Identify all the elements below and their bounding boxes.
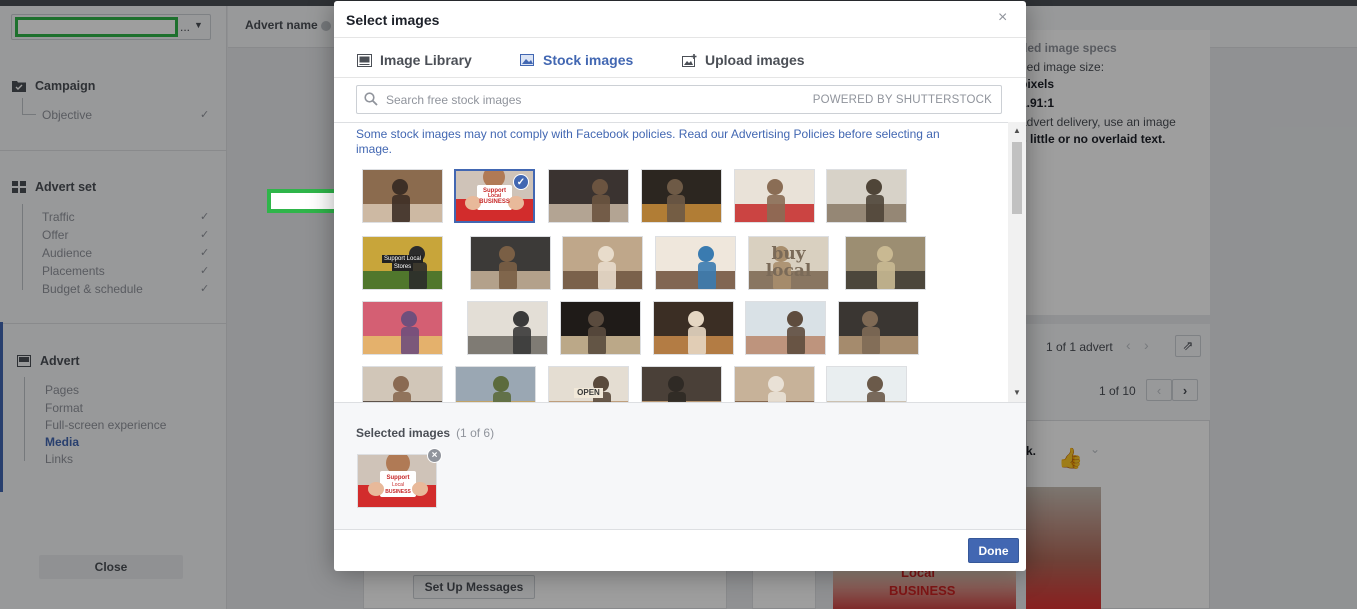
select-images-dialog: Select images × Image Library Stock imag… [334,1,1026,571]
stock-image-caption-line: local [765,261,812,281]
stock-image-art [827,170,906,222]
selected-images-panel: Selected images (1 of 6) Support Local BU… [334,402,1026,530]
stock-images-icon [520,53,534,66]
selected-check-icon: ✓ [513,174,529,190]
stock-image-team-in-store[interactable] [362,366,443,402]
stock-image-art [561,302,640,354]
tab-stock-images[interactable]: Stock images [520,52,633,68]
stock-image-art [654,302,733,354]
stock-image-art [468,302,547,354]
stock-image-art [642,367,721,402]
tab-label: Image Library [380,52,472,68]
stock-image-art [839,302,918,354]
stock-image-outdoor-seniors[interactable] [455,366,536,402]
stock-image-art [456,367,535,402]
stock-image-butcher-counter[interactable] [734,169,815,223]
policy-notice[interactable]: Some stock images may not comply with Fa… [356,127,956,157]
selected-caption-line3: BUSINESS [385,489,411,495]
tab-label: Stock images [543,52,634,68]
selected-image-art: Support Local BUSINESS [358,455,436,507]
stock-image-shop-team-arms-crossed[interactable] [548,169,629,223]
stock-image-art [735,170,814,222]
stock-image-art [827,367,906,402]
tab-upload-images[interactable]: Upload images [682,52,805,68]
stock-image-caption-line: Support Local [381,255,424,263]
selected-caption-line1: Support [387,475,410,481]
stock-image-bakery-owner[interactable] [655,236,736,290]
stock-image-art [846,237,925,289]
stock-image-caption-line: BUSINESS [479,198,510,205]
close-icon[interactable]: × [998,9,1007,27]
selected-images-count: (1 of 6) [456,426,495,440]
stock-image-caption: buy local [749,237,828,289]
stock-image-cafe-bearded-man[interactable] [641,366,722,402]
stock-image-art [746,302,825,354]
stock-image-deli-owner-doorway[interactable] [641,169,722,223]
stock-image-art [471,237,550,289]
stock-image-results: Some stock images may not comply with Fa… [334,122,1026,402]
scroll-down-icon[interactable]: ▼ [1013,388,1021,397]
stock-image-coffee-roaster[interactable] [470,236,551,290]
search-input[interactable] [386,91,786,109]
upload-images-icon [682,53,697,67]
done-button[interactable]: Done [968,538,1019,563]
selected-images-label: Selected images [356,426,451,440]
stock-image-deli-entrance[interactable] [560,301,641,355]
stock-image-art [549,170,628,222]
stock-image-caption-line: Stores [391,263,414,271]
stock-image-art [656,237,735,289]
stock-image-bright-shop-interior[interactable] [826,366,907,402]
image-library-icon [357,53,372,67]
stock-image-art [563,237,642,289]
scroll-up-icon[interactable]: ▲ [1013,126,1021,135]
stock-image-art [363,302,442,354]
stock-search-box: POWERED BY SHUTTERSTOCK [356,85,1002,114]
stock-image-art [363,170,442,222]
stock-image-cafe-couple[interactable] [562,236,643,290]
selected-images-title: Selected images (1 of 6) [356,426,494,440]
stock-image-art [735,367,814,402]
stock-image-roastery-worker[interactable] [838,301,919,355]
stock-image-grocery-shop-interior[interactable] [845,236,926,290]
stock-image-workshop-counter[interactable] [467,301,548,355]
stock-image-market-bokeh[interactable] [362,301,443,355]
remove-image-icon[interactable]: × [427,448,442,463]
stock-image-support-local-phone[interactable]: Support Local Stores [362,236,443,290]
stock-image-boutique-owner[interactable] [826,169,907,223]
tab-label: Upload images [705,52,805,68]
stock-image-support-local-business-sign[interactable]: Support Local BUSINESS ✓ [454,169,535,223]
stock-image-coffee-shop-barista[interactable] [653,301,734,355]
search-icon [364,92,378,106]
dialog-title: Select images [346,12,440,28]
stock-image-art [642,170,721,222]
stock-image-handshake-customer[interactable] [745,301,826,355]
stock-image-caption-line: OPEN [574,388,603,398]
stock-image-bakery-smiling-woman[interactable] [734,366,815,402]
selected-image-thumbnail[interactable]: Support Local BUSINESS [357,454,437,508]
stock-image-art [363,367,442,402]
stock-image-shop-owner-counter[interactable] [362,169,443,223]
stock-image-buy-local-letterpress[interactable]: buy local [748,236,829,290]
stock-image-open-sign-owner[interactable]: OPEN [548,366,629,402]
stock-image-caption: OPEN [549,367,628,402]
selected-caption-line2: Local [392,482,404,488]
image-source-tabs: Image Library Stock images Upload images [334,38,1026,78]
stock-image-caption: Support Local Stores [363,237,442,289]
scrollbar-thumb[interactable] [1012,142,1022,214]
tab-image-library[interactable]: Image Library [357,52,472,68]
results-scrollbar[interactable]: ▲ ▼ [1008,122,1026,402]
powered-by-label: POWERED BY SHUTTERSTOCK [812,94,992,106]
